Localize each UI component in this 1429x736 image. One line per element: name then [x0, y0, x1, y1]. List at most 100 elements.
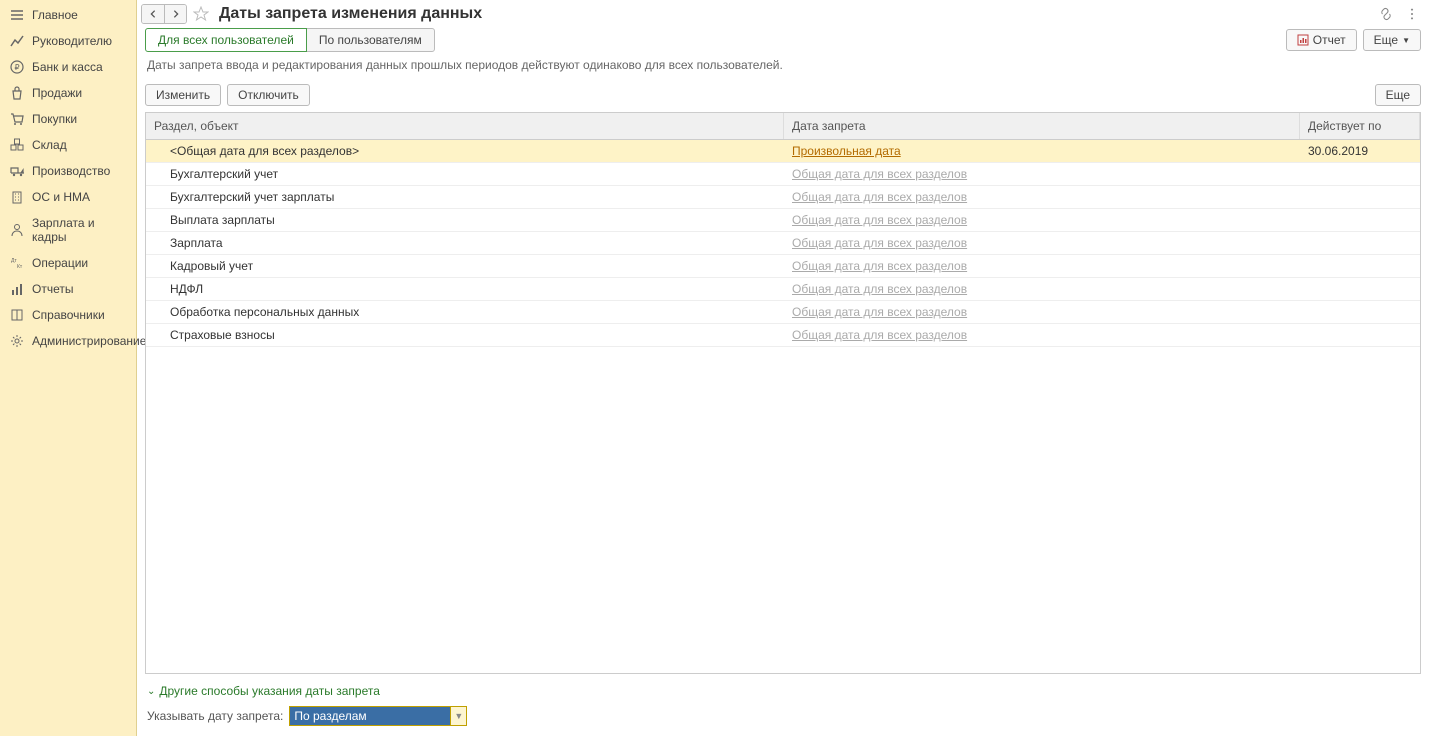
date-link[interactable]: Общая дата для всех разделов	[792, 190, 967, 204]
cell-effective	[1300, 331, 1420, 339]
svg-text:₽: ₽	[14, 63, 19, 72]
cell-date: Общая дата для всех разделов	[784, 232, 1300, 254]
sidebar-item-label: Справочники	[32, 308, 105, 322]
table-row[interactable]: <Общая дата для всех разделов> Произвольн…	[146, 140, 1420, 163]
date-link[interactable]: Общая дата для всех разделов	[792, 282, 967, 296]
cell-date: Общая дата для всех разделов	[784, 278, 1300, 300]
edit-button[interactable]: Изменить	[145, 84, 221, 106]
link-icon[interactable]	[1377, 5, 1395, 23]
sidebar-item-3[interactable]: Продажи	[0, 80, 136, 106]
sidebar: Главное Руководителю ₽ Банк и касса Продажи П…	[0, 0, 137, 736]
col-date[interactable]: Дата запрета	[784, 113, 1300, 139]
sidebar-item-label: Зарплата и кадры	[32, 216, 128, 244]
select-dropdown-button[interactable]: ▼	[450, 707, 466, 725]
more-icon[interactable]	[1403, 5, 1421, 23]
toolbar: Изменить Отключить Еще	[137, 78, 1429, 112]
table-row[interactable]: Обработка персональных данныхОбщая дата …	[146, 301, 1420, 324]
cell-section: Выплата зарплаты	[146, 209, 784, 231]
cell-date: Общая дата для всех разделов	[784, 186, 1300, 208]
bag-icon	[10, 86, 24, 100]
ops-icon: ДтКт	[10, 256, 24, 270]
cell-section: Бухгалтерский учет	[146, 163, 784, 185]
sidebar-item-7[interactable]: ОС и НМА	[0, 184, 136, 210]
sidebar-item-10[interactable]: Отчеты	[0, 276, 136, 302]
bottom-panel: ⌄ Другие способы указания даты запрета У…	[137, 674, 1429, 736]
report-label: Отчет	[1313, 33, 1346, 47]
chart-icon	[10, 34, 24, 48]
sidebar-item-5[interactable]: Склад	[0, 132, 136, 158]
tab-1[interactable]: По пользователям	[306, 28, 435, 52]
more-button[interactable]: Еще ▼	[1363, 29, 1421, 51]
sidebar-item-4[interactable]: Покупки	[0, 106, 136, 132]
select-input[interactable]	[290, 707, 450, 725]
date-link[interactable]: Произвольная дата	[792, 144, 901, 158]
table-row[interactable]: Бухгалтерский учет зарплаты Общая дата дл…	[146, 186, 1420, 209]
sidebar-item-8[interactable]: Зарплата и кадры	[0, 210, 136, 250]
date-link[interactable]: Общая дата для всех разделов	[792, 328, 967, 342]
col-effective[interactable]: Действует по	[1300, 113, 1420, 139]
cell-date: Произвольная дата	[784, 140, 1300, 162]
sidebar-item-label: Банк и касса	[32, 60, 103, 74]
toolbar-more-button[interactable]: Еще	[1375, 84, 1421, 106]
sidebar-item-6[interactable]: Производство	[0, 158, 136, 184]
table-header: Раздел, объект Дата запрета Действует по	[146, 113, 1420, 140]
table-row[interactable]: НДФЛОбщая дата для всех разделов	[146, 278, 1420, 301]
cart-icon	[10, 112, 24, 126]
date-link[interactable]: Общая дата для всех разделов	[792, 305, 967, 319]
cell-date: Общая дата для всех разделов	[784, 301, 1300, 323]
table-row[interactable]: Страховые взносыОбщая дата для всех разд…	[146, 324, 1420, 347]
table-row[interactable]: Выплата зарплаты Общая дата для всех разд…	[146, 209, 1420, 232]
info-text: Даты запрета ввода и редактирования данн…	[137, 52, 1429, 78]
report-button[interactable]: Отчет	[1286, 29, 1357, 51]
bars-icon	[10, 282, 24, 296]
cell-section: Бухгалтерский учет зарплаты	[146, 186, 784, 208]
expand-label: Другие способы указания даты запрета	[159, 684, 379, 698]
building-icon	[10, 190, 24, 204]
date-link[interactable]: Общая дата для всех разделов	[792, 236, 967, 250]
expand-other-methods[interactable]: ⌄ Другие способы указания даты запрета	[147, 680, 1419, 702]
sidebar-item-2[interactable]: ₽ Банк и касса	[0, 54, 136, 80]
sidebar-item-label: Операции	[32, 256, 88, 270]
gear-icon	[10, 334, 24, 348]
date-mode-select[interactable]: ▼	[289, 706, 467, 726]
menu-icon	[10, 8, 24, 22]
chevron-down-icon: ⌄	[147, 686, 155, 697]
page-title: Даты запрета изменения данных	[219, 5, 482, 23]
table-row[interactable]: Кадровый учетОбщая дата для всех раздело…	[146, 255, 1420, 278]
cell-effective	[1300, 193, 1420, 201]
sidebar-item-0[interactable]: Главное	[0, 2, 136, 28]
sidebar-item-1[interactable]: Руководителю	[0, 28, 136, 54]
sidebar-item-label: Покупки	[32, 112, 77, 126]
tab-0[interactable]: Для всех пользователей	[145, 28, 307, 52]
cell-effective	[1300, 308, 1420, 316]
sidebar-item-label: Администрирование	[32, 334, 146, 348]
svg-text:Кт: Кт	[17, 264, 23, 270]
favorite-button[interactable]	[191, 4, 211, 24]
report-icon	[1297, 34, 1309, 46]
back-button[interactable]	[142, 5, 164, 23]
disable-button[interactable]: Отключить	[227, 84, 310, 106]
cell-effective: 30.06.2019	[1300, 140, 1420, 162]
sidebar-item-9[interactable]: ДтКт Операции	[0, 250, 136, 276]
cell-section: <Общая дата для всех разделов>	[146, 140, 784, 162]
table-row[interactable]: ЗарплатаОбщая дата для всех разделов	[146, 232, 1420, 255]
cell-date: Общая дата для всех разделов	[784, 255, 1300, 277]
cell-date: Общая дата для всех разделов	[784, 209, 1300, 231]
form-label: Указывать дату запрета:	[147, 709, 283, 723]
sidebar-item-label: Главное	[32, 8, 78, 22]
main-content: Даты запрета изменения данных Для всех п…	[137, 0, 1429, 736]
sidebar-item-12[interactable]: Администрирование	[0, 328, 136, 354]
col-section[interactable]: Раздел, объект	[146, 113, 784, 139]
date-link[interactable]: Общая дата для всех разделов	[792, 167, 967, 181]
sidebar-item-label: Отчеты	[32, 282, 73, 296]
cell-date: Общая дата для всех разделов	[784, 324, 1300, 346]
date-link[interactable]: Общая дата для всех разделов	[792, 213, 967, 227]
cell-date: Общая дата для всех разделов	[784, 163, 1300, 185]
table-row[interactable]: Бухгалтерский учет Общая дата для всех ра…	[146, 163, 1420, 186]
forward-button[interactable]	[164, 5, 186, 23]
truck-icon	[10, 164, 24, 178]
chevron-down-icon: ▼	[1402, 36, 1410, 45]
date-link[interactable]: Общая дата для всех разделов	[792, 259, 967, 273]
sidebar-item-11[interactable]: Справочники	[0, 302, 136, 328]
tabs-row: Для всех пользователейПо пользователям О…	[137, 28, 1429, 52]
